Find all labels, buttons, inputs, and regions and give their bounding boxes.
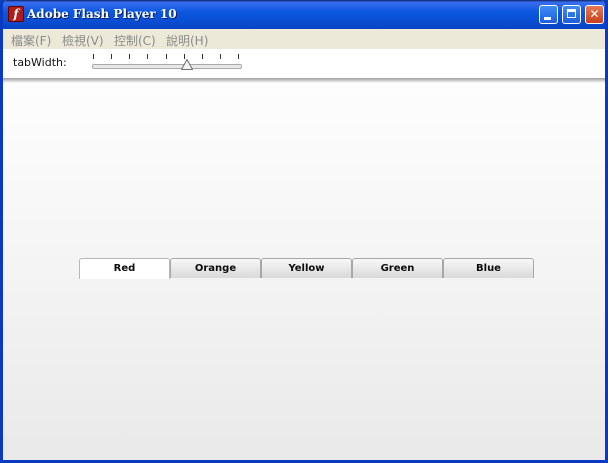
flash-player-window: f Adobe Flash Player 10 ✕ 檔案(F) 檢視(V) 控制…: [0, 0, 608, 463]
tab-width-slider[interactable]: [91, 53, 243, 73]
slider-tick: [220, 54, 221, 59]
tab-blue[interactable]: Blue: [443, 258, 534, 278]
maximize-icon: [567, 9, 576, 18]
title-bar[interactable]: f Adobe Flash Player 10 ✕: [3, 0, 605, 29]
flash-stage: tabWidth: Red Orange Yellow Green Blue: [3, 49, 605, 460]
minimize-icon: [544, 17, 551, 20]
close-icon: ✕: [589, 7, 600, 21]
slider-tick: [238, 54, 239, 59]
tab-yellow[interactable]: Yellow: [261, 258, 352, 278]
slider-tick: [111, 54, 112, 59]
tab-width-label: tabWidth:: [13, 56, 67, 69]
tab-red[interactable]: Red: [79, 258, 170, 279]
control-bar-shadow: [3, 78, 605, 83]
maximize-button[interactable]: [562, 5, 581, 24]
menu-help[interactable]: 說明(H): [166, 32, 208, 49]
menu-bar: 檔案(F) 檢視(V) 控制(C) 說明(H): [3, 29, 605, 49]
menu-file[interactable]: 檔案(F): [11, 32, 51, 49]
slider-tick: [202, 54, 203, 59]
slider-tick: [129, 54, 130, 59]
control-bar: tabWidth:: [3, 49, 605, 78]
color-tab-bar: Red Orange Yellow Green Blue: [79, 258, 535, 279]
window-title: Adobe Flash Player 10: [27, 7, 177, 21]
tab-orange[interactable]: Orange: [170, 258, 261, 278]
slider-tick: [147, 54, 148, 59]
tab-green[interactable]: Green: [352, 258, 443, 278]
minimize-button[interactable]: [539, 5, 558, 24]
slider-tick: [166, 54, 167, 59]
flash-app-icon: f: [8, 6, 24, 22]
slider-thumb[interactable]: [180, 59, 193, 70]
slider-tick: [93, 54, 94, 59]
close-button[interactable]: ✕: [585, 5, 604, 24]
menu-control[interactable]: 控制(C): [114, 32, 156, 49]
menu-view[interactable]: 檢視(V): [62, 32, 104, 49]
slider-track[interactable]: [92, 64, 242, 69]
